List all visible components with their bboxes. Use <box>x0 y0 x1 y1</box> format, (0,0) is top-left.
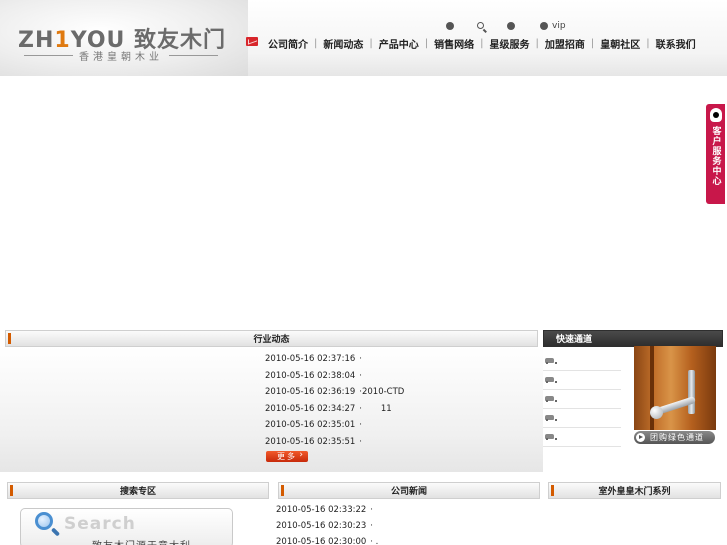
news-list-item[interactable]: 2010-05-16 02:35:51 · <box>265 437 362 447</box>
news-title[interactable]: · <box>370 505 373 515</box>
search-word: Search <box>64 514 136 534</box>
header-accent <box>281 485 284 496</box>
quick-link-row[interactable] <box>543 371 621 390</box>
quick-links-title: 快速通道 <box>556 335 593 345</box>
header-accent <box>10 485 13 496</box>
company-news-title: 公司新闻 <box>390 487 427 497</box>
vip-icon[interactable] <box>540 22 548 30</box>
handle-plate <box>688 370 695 414</box>
news-title[interactable]: · 11 <box>359 404 391 414</box>
news-date: 2010-05-16 02:30:00 <box>276 537 367 545</box>
top-utility-icons: vip <box>0 21 727 34</box>
header-accent <box>8 333 11 344</box>
site-header: ZH1YOU 致友木门 香港皇朝木业 vip 公司简介 | 新闻动态 | 产品中… <box>0 0 727 76</box>
more-button[interactable]: 更多 <box>266 450 308 462</box>
magnifier-icon <box>35 512 53 530</box>
industry-news-header: 行业动态 <box>5 330 538 347</box>
nav-item-news[interactable]: 新闻动态 <box>317 36 369 51</box>
search-section-header: 搜索专区 <box>7 482 269 499</box>
play-icon <box>636 433 645 442</box>
news-date: 2010-05-16 02:33:22 <box>276 505 367 515</box>
logo-divider-left <box>24 55 73 56</box>
company-news-item[interactable]: 2010-05-16 02:30:00 · . <box>276 537 378 545</box>
news-title[interactable]: · <box>359 371 362 381</box>
news-date: 2010-05-16 02:37:16 <box>265 354 356 364</box>
car-icon <box>545 358 557 364</box>
company-news-header: 公司新闻 <box>278 482 540 499</box>
nav-item-franchise[interactable]: 加盟招商 <box>539 36 591 51</box>
quick-links-header: 快速通道 <box>543 330 723 347</box>
nav-item-sales-network[interactable]: 销售网络 <box>428 36 480 51</box>
group-buy-label: 团购绿色通道 <box>650 433 704 442</box>
company-news-item[interactable]: 2010-05-16 02:30:23 · <box>276 521 373 531</box>
logo-subtitle: 香港皇朝木业 <box>18 48 224 63</box>
nav-item-products[interactable]: 产品中心 <box>373 36 425 51</box>
search-section-title: 搜索专区 <box>119 487 156 497</box>
mail-icon[interactable] <box>246 37 258 46</box>
quick-link-row[interactable] <box>543 390 621 409</box>
car-icon <box>545 415 557 421</box>
news-title[interactable]: ·2010-CTD <box>359 387 404 397</box>
car-icon <box>545 396 557 402</box>
news-title[interactable]: · . <box>370 537 378 545</box>
home-icon[interactable] <box>446 22 454 30</box>
vip-link[interactable]: vip <box>552 21 566 31</box>
car-icon <box>545 377 557 383</box>
door-handle-image[interactable] <box>634 346 716 430</box>
customer-service-tab[interactable]: 客户服务中心 <box>706 104 725 204</box>
news-title[interactable]: · <box>359 420 362 430</box>
nav-item-contact[interactable]: 联系我们 <box>650 36 702 51</box>
news-title[interactable]: · <box>359 354 362 364</box>
quick-link-row[interactable] <box>543 352 621 371</box>
news-date: 2010-05-16 02:38:04 <box>265 371 356 381</box>
logo-divider-right <box>169 55 218 56</box>
news-list-item[interactable]: 2010-05-16 02:37:16 · <box>265 354 362 364</box>
nav-item-star-service[interactable]: 星级服务 <box>484 36 536 51</box>
handle-knob <box>650 406 663 419</box>
arrow-right-icon[interactable] <box>507 22 515 30</box>
qq-penguin-icon <box>709 108 722 122</box>
news-date: 2010-05-16 02:35:01 <box>265 420 356 430</box>
company-news-item[interactable]: 2010-05-16 02:33:22 · <box>276 505 373 515</box>
group-buy-button[interactable]: 团购绿色通道 <box>634 431 715 444</box>
search-subtext: 致友木门源于意大利 <box>92 537 191 545</box>
news-list-item[interactable]: 2010-05-16 02:36:19·2010-CTD <box>265 387 404 397</box>
news-list-item[interactable]: 2010-05-16 02:38:04 · <box>265 371 362 381</box>
car-icon <box>545 434 557 440</box>
news-list-item[interactable]: 2010-05-16 02:34:27 · 11 <box>265 404 392 414</box>
industry-news-title: 行业动态 <box>253 335 290 345</box>
customer-service-label: 客户服务中心 <box>710 126 721 186</box>
header-accent <box>551 485 554 496</box>
nav-item-community[interactable]: 皇朝社区 <box>594 36 646 51</box>
nav-item-about[interactable]: 公司简介 <box>262 36 314 51</box>
series-section-header: 室外皇皇木门系列 <box>548 482 721 499</box>
series-section-title: 室外皇皇木门系列 <box>598 487 671 497</box>
quick-link-row[interactable] <box>543 409 621 428</box>
main-nav: 公司简介 | 新闻动态 | 产品中心 | 销售网络 | 星级服务 | 加盟招商 … <box>262 36 702 51</box>
news-date: 2010-05-16 02:36:19 <box>265 387 356 397</box>
news-date: 2010-05-16 02:30:23 <box>276 521 367 531</box>
news-title[interactable]: · <box>370 521 373 531</box>
logo-subtitle-text: 香港皇朝木业 <box>79 52 163 63</box>
news-date: 2010-05-16 02:35:51 <box>265 437 356 447</box>
news-title[interactable]: · <box>359 437 362 447</box>
search-icon[interactable] <box>477 22 484 29</box>
news-date: 2010-05-16 02:34:27 <box>265 404 356 414</box>
news-list-item[interactable]: 2010-05-16 02:35:01 · <box>265 420 362 430</box>
quick-link-row[interactable] <box>543 428 621 447</box>
